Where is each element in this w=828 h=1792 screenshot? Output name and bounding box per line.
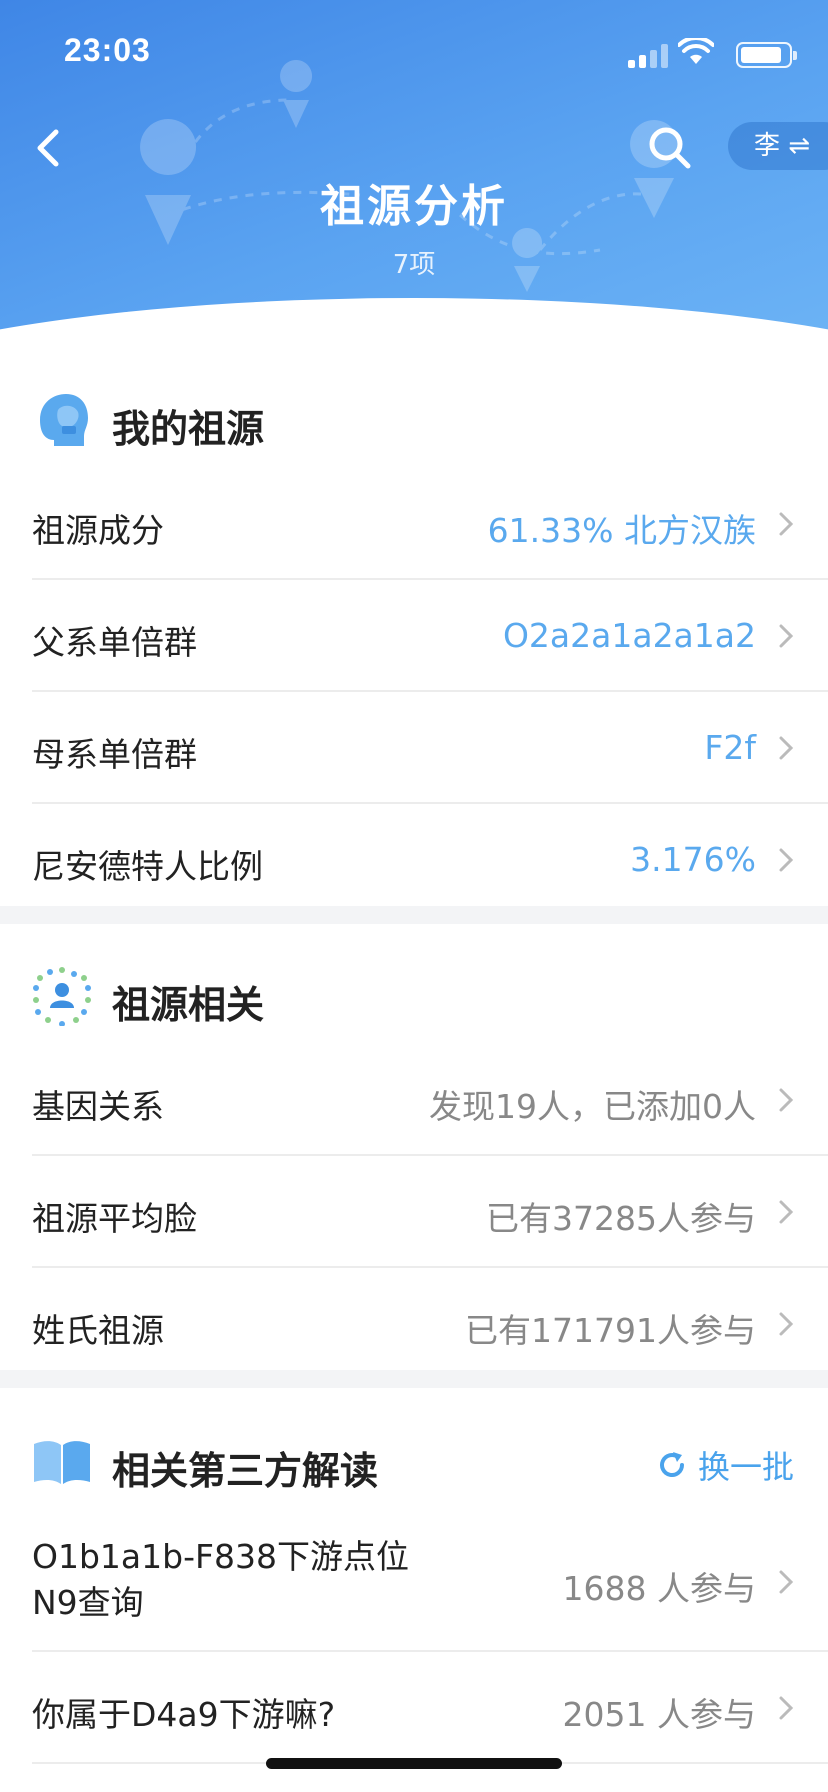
row-label: 父系单倍群 [32, 623, 197, 662]
maternal-haplogroup-row[interactable]: 母系单倍群 F2f [32, 692, 828, 804]
chevron-right-icon [779, 848, 794, 872]
row-label: 母系单倍群 [32, 735, 197, 774]
section-third-party: 相关第三方解读 换一批 O1b1a1b-F838下游点位 N9查询 1688 人… [0, 1410, 828, 1764]
third-party-item-row[interactable]: 你属于D4a9下游嘛? 2051 人参与 [32, 1652, 828, 1764]
profile-switch-button[interactable]: 李 ⇌ [728, 122, 828, 170]
chevron-right-icon [779, 1570, 794, 1594]
page-title: 祖源分析 [320, 181, 508, 232]
chevron-right-icon [779, 1312, 794, 1336]
row-label: 姓氏祖源 [32, 1311, 164, 1350]
neanderthal-ratio-row[interactable]: 尼安德特人比例 3.176% [32, 804, 828, 916]
signal-icon [628, 44, 668, 68]
row-value: 1688 人参与 [562, 1569, 756, 1608]
row-label: 你属于D4a9下游嘛? [32, 1695, 336, 1734]
third-party-item-row[interactable]: O1b1a1b-F838下游点位 N9查询 1688 人参与 [32, 1510, 828, 1652]
row-label: 祖源平均脸 [32, 1199, 197, 1238]
home-indicator [266, 1758, 562, 1769]
search-icon[interactable] [644, 122, 696, 174]
section-header: 相关第三方解读 换一批 [0, 1410, 828, 1510]
row-label-line1: O1b1a1b-F838下游点位 [32, 1537, 409, 1576]
chevron-right-icon [779, 1696, 794, 1720]
refresh-icon [660, 1452, 684, 1477]
section-title: 祖源相关 [112, 983, 265, 1027]
wifi-icon [678, 38, 714, 64]
book-icon [34, 1441, 90, 1484]
row-value: F2f [704, 728, 756, 767]
ancestry-composition-row[interactable]: 祖源成分 61.33% 北方汉族 [32, 468, 828, 580]
people-network-icon [33, 967, 91, 1026]
chevron-right-icon [779, 1200, 794, 1224]
surname-ancestry-row[interactable]: 姓氏祖源 已有171791人参与 [32, 1268, 828, 1380]
row-label: O1b1a1b-F838下游点位 N9查询 [32, 1534, 409, 1626]
section-divider [0, 1370, 828, 1388]
row-value: 发现19人，已添加0人 [429, 1087, 756, 1126]
gene-relation-row[interactable]: 基因关系 发现19人，已添加0人 [32, 1044, 828, 1156]
row-value: 3.176% [630, 840, 756, 879]
section-header: 祖源相关 [0, 944, 828, 1044]
row-value: 61.33% 北方汉族 [487, 511, 756, 550]
row-value: 已有171791人参与 [465, 1311, 756, 1350]
battery-icon [736, 42, 797, 68]
section-title: 我的祖源 [112, 407, 265, 451]
chevron-right-icon [779, 736, 794, 760]
row-value: 2051 人参与 [562, 1695, 756, 1734]
refresh-batch-button[interactable]: 换一批 [656, 1442, 794, 1488]
row-label-line2: N9查询 [32, 1583, 144, 1622]
section-divider [0, 906, 828, 924]
row-value: O2a2a1a2a1a2 [502, 616, 756, 655]
paternal-haplogroup-row[interactable]: 父系单倍群 O2a2a1a2a1a2 [32, 580, 828, 692]
head-icon [40, 394, 88, 446]
row-value: 已有37285人参与 [486, 1199, 756, 1238]
chevron-right-icon [779, 624, 794, 648]
header: 23:03 李 ⇌ 祖源分析 7项 [0, 0, 828, 360]
chevron-right-icon [779, 512, 794, 536]
page-subtitle: 7项 [392, 250, 436, 280]
back-icon[interactable] [28, 124, 68, 172]
section-ancestry-related: 祖源相关 基因关系 发现19人，已添加0人 祖源平均脸 已有37285人参与 姓… [0, 944, 828, 1380]
section-header: 我的祖源 [0, 368, 828, 468]
section-my-ancestry: 我的祖源 祖源成分 61.33% 北方汉族 父系单倍群 O2a2a1a2a1a2… [0, 368, 828, 916]
row-label: 基因关系 [32, 1087, 164, 1126]
status-time: 23:03 [64, 32, 151, 68]
section-title: 相关第三方解读 [112, 1449, 379, 1493]
row-label: 尼安德特人比例 [32, 847, 263, 886]
refresh-label: 换一批 [697, 1448, 794, 1486]
chevron-right-icon [779, 1088, 794, 1112]
status-icons [592, 38, 797, 68]
average-face-row[interactable]: 祖源平均脸 已有37285人参与 [32, 1156, 828, 1268]
row-label: 祖源成分 [32, 511, 164, 550]
status-bar: 23:03 [0, 0, 828, 100]
